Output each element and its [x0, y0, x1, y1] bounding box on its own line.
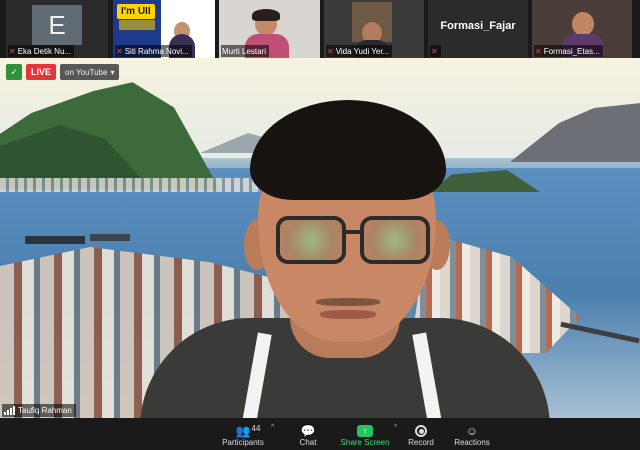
- participant-name-tag: Murti Lestari: [221, 45, 270, 57]
- active-speaker-name-tag: Taufiq Rahman: [2, 404, 76, 417]
- participant-name-tag: ✕ Siti Rahma Novi...: [115, 45, 192, 57]
- mic-muted-icon: ✕: [431, 46, 438, 56]
- chevron-down-icon: ▾: [110, 67, 115, 77]
- participant-display-name: Formasi_Fajar: [440, 20, 516, 32]
- participant-name-tag: ✕ Eka Detik Nu...: [8, 45, 75, 57]
- mic-muted-icon: ✕: [535, 46, 542, 56]
- participant-tile[interactable]: I'm UII ✕ Siti Rahma Novi...: [113, 0, 215, 58]
- meeting-toolbar: 👥 44 Participants ^ 💬 Chat ↑ Share Screen…: [0, 418, 640, 450]
- university-logo: I'm UII: [117, 4, 155, 19]
- share-screen-icon: ↑: [357, 425, 373, 437]
- presenter: [140, 98, 560, 418]
- participant-tile[interactable]: ✕ Formasi_Etas...: [532, 0, 632, 58]
- participants-options-caret[interactable]: ^: [271, 424, 274, 431]
- chat-icon: 💬: [300, 424, 316, 438]
- reactions-icon: ☺: [465, 424, 479, 438]
- participant-name-tag: ✕ Vida Yudi Yer...: [326, 45, 393, 57]
- participant-tile[interactable]: Formasi_Fajar ✕: [428, 0, 528, 58]
- record-icon: [415, 425, 427, 437]
- participant-name-tag: ✕ Formasi_Etas...: [534, 45, 603, 57]
- participant-name-tag: ✕: [430, 45, 441, 57]
- mic-muted-icon: ✕: [116, 46, 123, 56]
- shield-icon[interactable]: ✓: [6, 64, 22, 80]
- participant-face: [572, 12, 594, 36]
- participant-tile[interactable]: E ✕ Eka Detik Nu...: [6, 0, 108, 58]
- record-button[interactable]: Record: [404, 418, 438, 450]
- live-destination[interactable]: on YouTube ▾: [60, 64, 120, 80]
- mic-muted-icon: ✕: [9, 46, 16, 56]
- glasses: [268, 216, 438, 272]
- participant-tile[interactable]: ✕ Vida Yudi Yer...: [324, 0, 424, 58]
- participants-icon: 👥 44: [235, 424, 261, 438]
- participant-tile[interactable]: Murti Lestari: [219, 0, 320, 58]
- audio-level-icon: [4, 406, 15, 415]
- live-stream-status: ✓ LIVE on YouTube ▾: [6, 64, 120, 80]
- reactions-button[interactable]: ☺ Reactions: [452, 418, 492, 450]
- share-screen-button[interactable]: ↑ Share Screen: [338, 418, 392, 450]
- participants-button[interactable]: 👥 44 Participants: [218, 418, 268, 450]
- share-options-caret[interactable]: ^: [394, 424, 397, 431]
- avatar: E: [32, 5, 82, 45]
- mic-muted-icon: ✕: [327, 46, 334, 56]
- chat-button[interactable]: 💬 Chat: [290, 418, 326, 450]
- live-badge[interactable]: LIVE: [26, 64, 57, 80]
- participant-strip: E ✕ Eka Detik Nu... I'm UII ✕ Siti Rahma…: [0, 0, 640, 58]
- active-speaker-video[interactable]: [0, 58, 640, 418]
